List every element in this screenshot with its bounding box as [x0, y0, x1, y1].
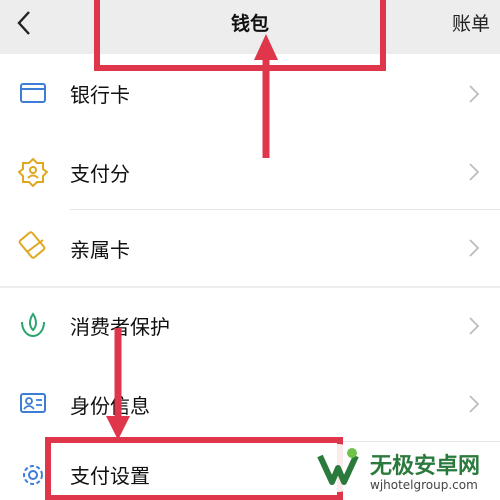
watermark: 无极安卓网 wjhotelgroup.com — [300, 440, 500, 500]
list-item-payscore[interactable]: 支付分 — [0, 134, 500, 210]
list-item-label: 银行卡 — [70, 83, 130, 107]
watermark-logo-icon — [314, 444, 362, 492]
id-card-icon — [20, 393, 46, 413]
list-item-label: 支付设置 — [70, 464, 150, 488]
list-item-label: 身份信息 — [70, 394, 150, 418]
list-item-label: 亲属卡 — [70, 238, 130, 262]
list-item-bank-card[interactable]: 银行卡 — [0, 54, 500, 134]
watermark-title: 无极安卓网 — [370, 454, 481, 479]
chevron-right-icon — [469, 317, 480, 335]
gear-icon — [23, 465, 43, 485]
section-bank: 银行卡 — [0, 54, 500, 134]
section-pay: 支付分 亲属卡 — [0, 134, 500, 286]
bill-link[interactable]: 账单 — [452, 9, 490, 36]
top-bar: 钱包 账单 — [0, 0, 500, 48]
list-item-identity[interactable]: 身份信息 — [0, 366, 500, 442]
list-item-family-card[interactable]: 亲属卡 — [0, 210, 500, 286]
chevron-right-icon — [469, 163, 480, 181]
list-item-label: 支付分 — [70, 162, 130, 186]
page-title: 钱包 — [230, 13, 269, 35]
chevron-right-icon — [469, 239, 480, 257]
list-item-label: 消费者保护 — [70, 315, 170, 339]
consumer-protection-icon — [21, 312, 45, 338]
section-protection: 消费者保护 — [0, 288, 500, 368]
bank-card-icon — [20, 83, 46, 103]
list-item-consumer-protection[interactable]: 消费者保护 — [0, 288, 500, 368]
family-card-icon — [18, 231, 46, 259]
chevron-right-icon — [469, 85, 480, 103]
chevron-right-icon — [469, 395, 480, 413]
watermark-url: wjhotelgroup.com — [370, 478, 478, 492]
payscore-icon — [18, 157, 48, 187]
